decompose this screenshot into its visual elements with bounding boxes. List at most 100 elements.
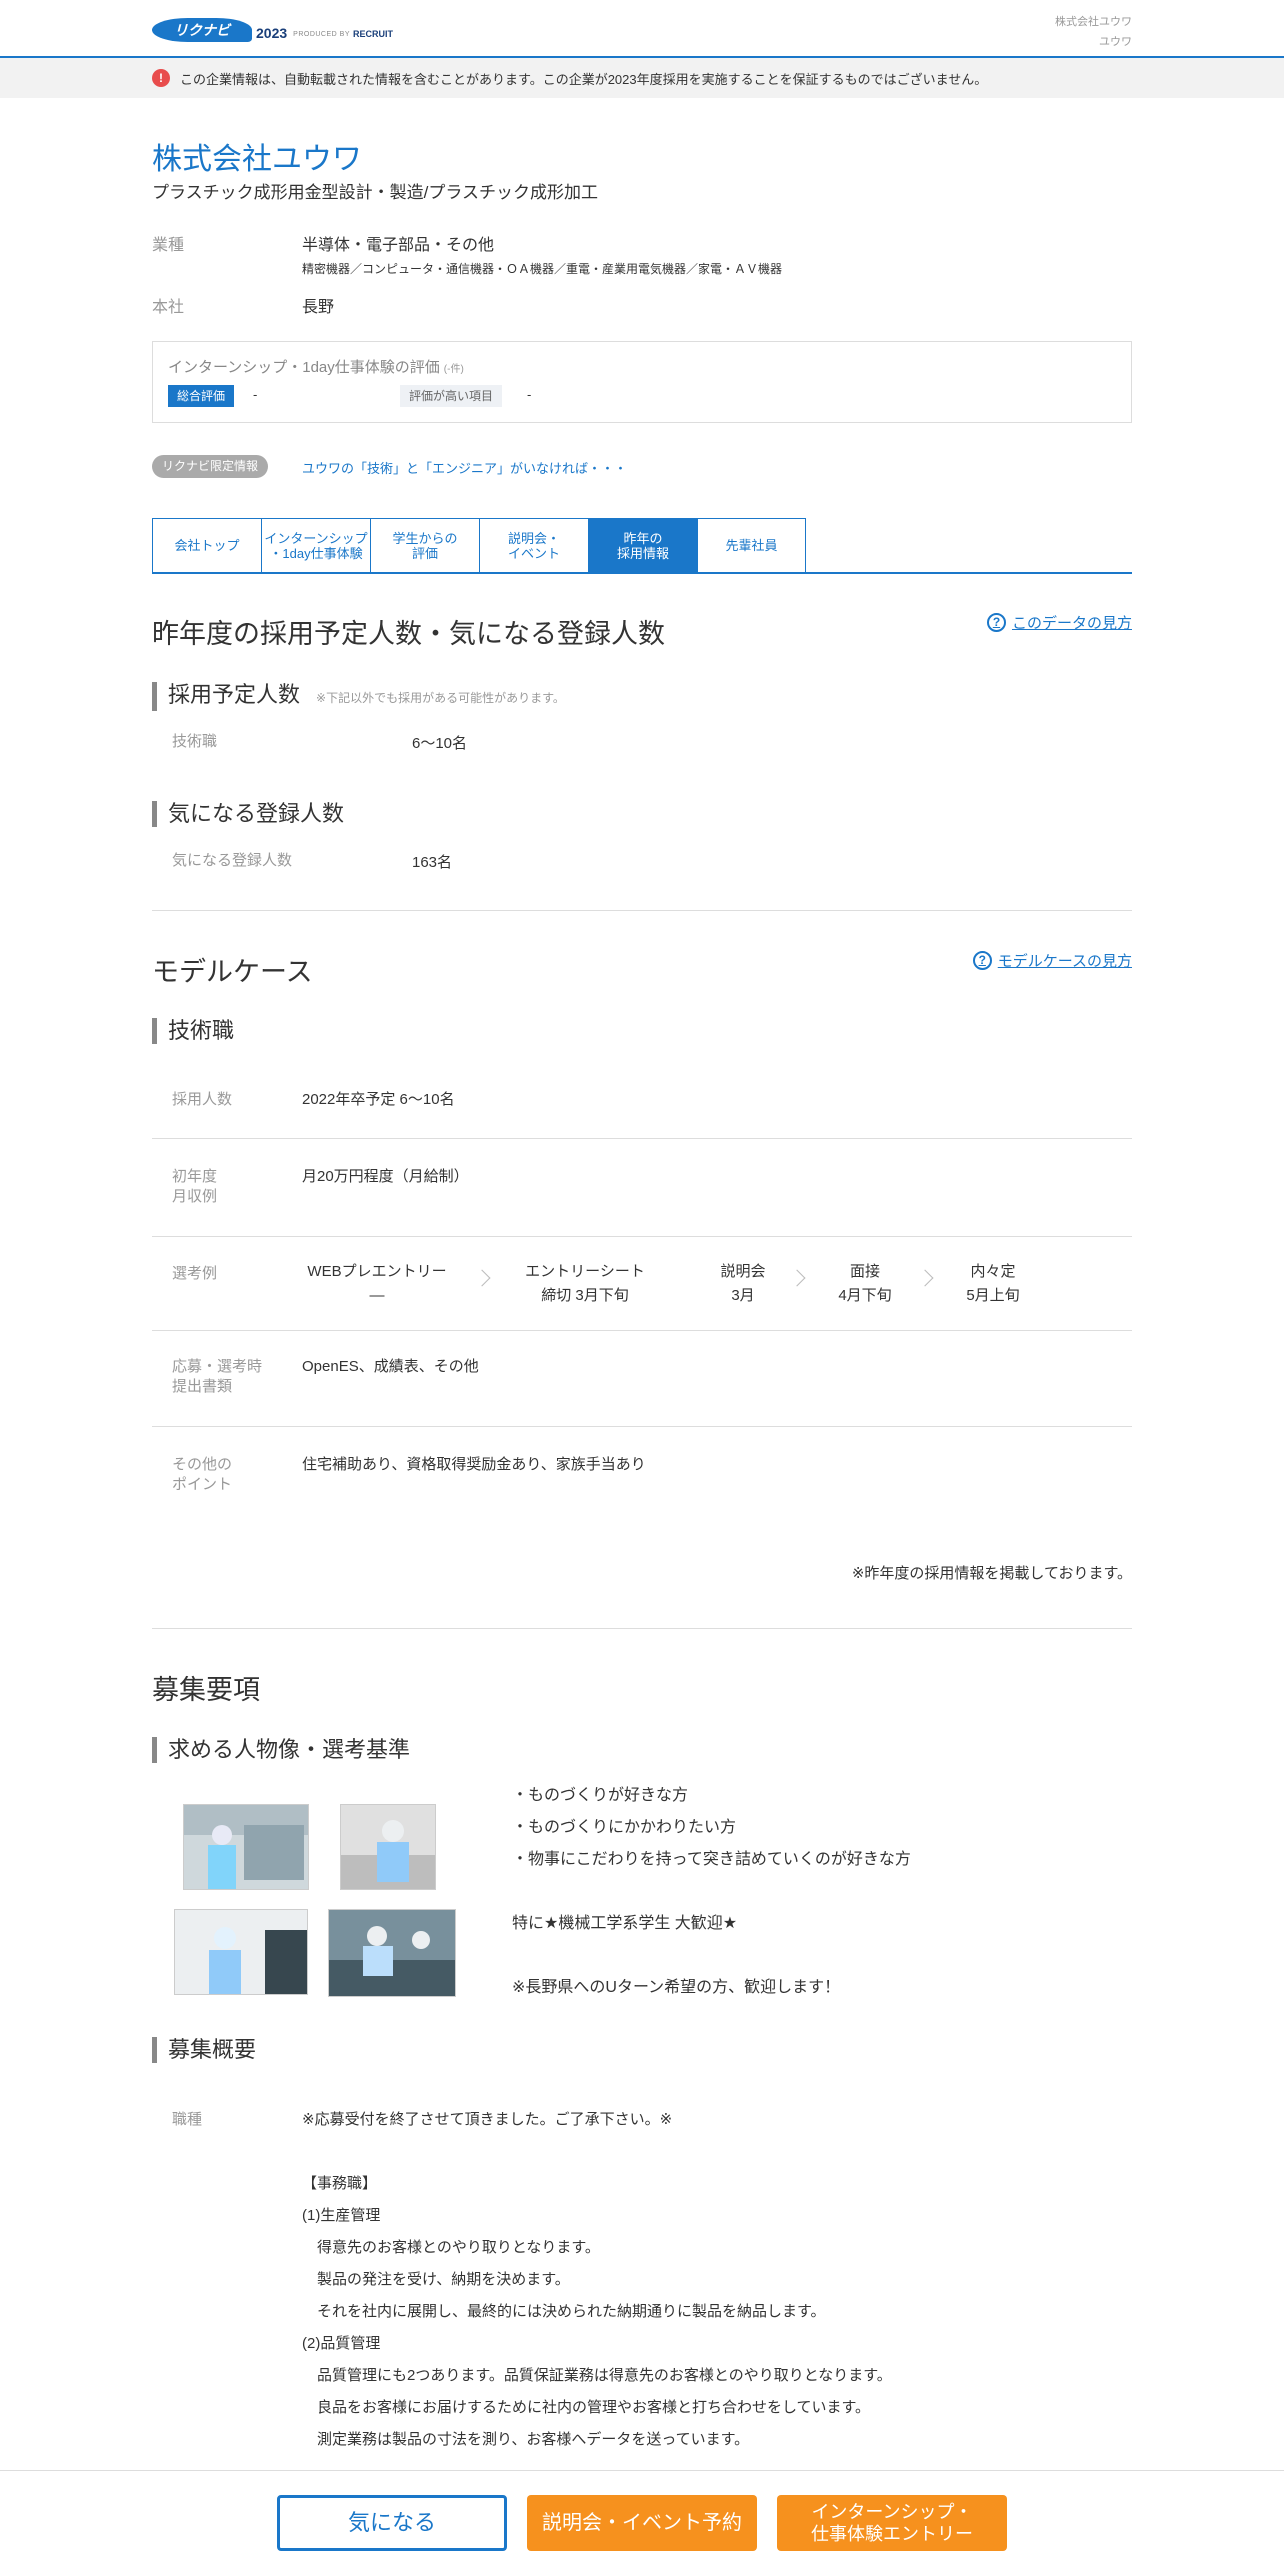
planned-heading: 昨年度の採用予定人数・気になる登録人数 [152,619,665,649]
factory-photo-2 [340,1804,436,1890]
bullet-line: ※長野県へのUターン希望の方、歓迎します！ [512,1979,841,1996]
divider [152,1426,1132,1427]
tab-internship[interactable]: インターンシップ ・1day仕事体験 [261,518,370,572]
tech-label: 技術職 [172,733,218,750]
job-line: 測定業務は製品の寸法を測り、お客様へデータを送っています。 [302,2431,750,2448]
divider [152,1138,1132,1139]
job-line: 得意先のお客様とのやり取りとなります。 [302,2239,600,2256]
tab-senior-staff[interactable]: 先輩社員 [697,518,806,572]
points-label: その他の ポイント [172,1456,233,1493]
ideal-candidate-subheading: 求める人物像・選考基準 [152,1737,410,1763]
planned-subheading: 採用予定人数 ※下記以外でも採用がある可能性があります。 [152,682,565,711]
job-line: ※応募受付を終了させて頂きました。ご了承下さい。※ [302,2111,673,2128]
docs-label: 応募・選考時 提出書類 [172,1358,263,1395]
job-line: (2)品質管理 [302,2335,381,2352]
rikunabi-logo[interactable]: リクナビ 2023 PRODUCED BY RECRUIT [152,18,393,42]
model-subheading: 技術職 [152,1018,234,1044]
job-line: (1)生産管理 [302,2207,381,2224]
logo-year: 2023 [256,25,288,41]
question-icon: ? [972,951,992,970]
job-line: 【事務職】 [302,2175,378,2192]
industry-label: 業種 [152,237,185,254]
factory-photo-1 [183,1804,309,1890]
registered-value: 163名 [412,854,453,871]
overview-subheading: 募集概要 [152,2037,256,2063]
chevron-right-icon [916,1269,934,1287]
header-company-name: 株式会社ユウワ [1055,16,1132,28]
job-line: 製品の発注を受け、納期を決めます。 [302,2271,570,2288]
industry-value: 半導体・電子部品・その他 [302,237,495,254]
header-company-short: ユウワ [1099,36,1132,48]
high-rating-tag: 評価が高い項目 [400,385,503,407]
site-header: リクナビ 2023 PRODUCED BY RECRUIT 株式会社ユウワ ユウ… [0,0,1284,58]
alert-icon: ! [152,69,170,87]
header-company: 株式会社ユウワ ユウワ [1055,12,1132,52]
rating-title: インターンシップ・1day仕事体験の評価 (-件) [168,356,464,377]
divider [152,1628,1132,1629]
company-name: 株式会社ユウワ [152,143,362,176]
job-line [302,2136,892,2168]
salary-label: 初年度 月収例 [172,1168,218,1205]
hires-label: 採用人数 [172,1091,233,1108]
chevron-right-icon [473,1269,491,1287]
planned-subheading-text: 採用予定人数 [168,682,301,707]
job-line: それを社内に展開し、最終的には決められた納期通りに製品を納品します。 [302,2303,826,2320]
company-tabs: 会社トップ インターンシップ ・1day仕事体験 学生からの 評価 説明会・ イ… [152,518,1132,574]
footnote: ※昨年度の採用情報を掲載しております。 [851,1565,1132,1582]
step-interview: 面接 4月下旬 [838,1263,892,1304]
notice-bar: ! この企業情報は、自動転載された情報を含むことがあります。この企業が2023年… [0,58,1284,98]
step-seminar: 説明会 3月 [720,1263,766,1304]
model-help-text: モデルケースの見方 [997,953,1132,970]
bullet-line: ・ものづくりにかかわりたい方 [512,1819,737,1836]
question-icon: ? [986,613,1006,632]
rating-box: インターンシップ・1day仕事体験の評価 (-件) 総合評価 - 評価が高い項目 … [152,341,1132,423]
company-subtitle: プラスチック成形用金型設計・製造/プラスチック成形加工 [152,183,599,202]
tab-last-year-recruit[interactable]: 昨年の 採用情報 [588,518,697,572]
tab-student-reviews[interactable]: 学生からの 評価 [370,518,479,572]
tab-company-top[interactable]: 会社トップ [152,518,261,572]
bullet-line: ・ものづくりが好きな方 [512,1787,689,1804]
overall-rating-value: - [253,387,258,402]
model-help-link[interactable]: ? モデルケースの見方 [972,950,1132,971]
seminar-reserve-button[interactable]: 説明会・イベント予約 [527,2495,757,2551]
high-rating-value: - [527,387,532,402]
internship-entry-button[interactable]: インターンシップ・ 仕事体験エントリー [777,2495,1007,2551]
bottom-action-bar: 気になる 説明会・イベント予約 インターンシップ・ 仕事体験エントリー [0,2470,1284,2568]
promo-link[interactable]: ユウワの「技術」と「エンジニア」がいなければ・・・ [302,458,627,477]
ideal-candidate-text: ・ものづくりが好きな方 ・ものづくりにかかわりたい方 ・物事にこだわりを持って突… [512,1780,911,2004]
rating-count: (-件) [443,364,464,375]
salary-value: 月20万円程度（月給制） [302,1168,469,1185]
bullet-line: 特に★機械工学系学生 大歓迎★ [512,1915,738,1932]
rating-title-text: インターンシップ・1day仕事体験の評価 [168,359,440,376]
job-description: ※応募受付を終了させて頂きました。ご了承下さい。※ 【事務職】 (1)生産管理 … [302,2104,892,2456]
industry-detail: 精密機器／コンピュータ・通信機器・ＯＡ機器／重電・産業用電気機器／家電・ＡＶ機器 [302,262,783,276]
registered-label: 気になる登録人数 [172,852,293,869]
favorite-button[interactable]: 気になる [277,2495,507,2551]
hq-value: 長野 [302,299,335,316]
points-value: 住宅補助あり、資格取得奨励金あり、家族手当あり [302,1456,646,1473]
tech-value: 6～10名 [412,735,468,752]
bullet-line [512,1876,911,1908]
selection-label: 選考例 [172,1265,218,1282]
registered-subheading: 気になる登録人数 [152,801,344,827]
job-line: 良品をお客様にお届けするために社内の管理やお客様と打ち合わせをしています。 [302,2399,871,2416]
divider [152,1330,1132,1331]
recruit-heading: 募集要項 [152,1675,260,1705]
exclusive-badge: リクナビ限定情報 [152,455,269,478]
overall-rating-tag: 総合評価 [168,385,235,407]
tab-seminar[interactable]: 説明会・ イベント [479,518,588,572]
divider [152,910,1132,911]
recruit-logo: RECRUIT [353,29,393,39]
logo-produced-by: PRODUCED BY [293,31,350,38]
data-help-link[interactable]: ? このデータの見方 [986,612,1132,633]
bullet-line [512,1940,911,1972]
factory-photo-4 [328,1909,456,1997]
step-offer: 内々定 5月上旬 [966,1263,1020,1304]
chevron-right-icon [788,1269,806,1287]
docs-value: OpenES、成績表、その他 [302,1358,479,1375]
bullet-line: ・物事にこだわりを持って突き詰めていくのが好きな方 [512,1851,911,1868]
hires-value: 2022年卒予定 6～10名 [302,1091,455,1108]
logo-mark: リクナビ [152,18,252,42]
factory-photo-3 [174,1909,308,1995]
model-heading: モデルケース [152,957,313,987]
